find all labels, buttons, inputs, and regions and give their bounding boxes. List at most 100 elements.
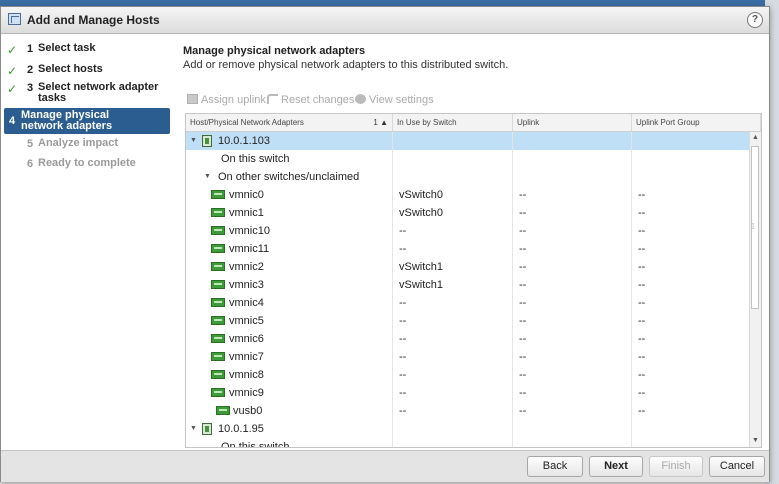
adapter-name-cell: vmnic8 (186, 366, 393, 384)
row-label: 10.0.1.103 (218, 135, 270, 147)
group-row[interactable]: ▼ On other switches/unclaimed (186, 168, 749, 186)
uplink-cell: -- (513, 222, 632, 240)
step-label: Manage physical network adapters (21, 109, 113, 132)
step-label: Ready to complete (38, 157, 136, 169)
adapter-row[interactable]: vmnic3 vSwitch1 -- -- (186, 276, 749, 294)
column-header-uplink[interactable]: Uplink (513, 114, 632, 131)
help-icon[interactable]: ? (747, 12, 763, 28)
vertical-scrollbar[interactable]: ▲ ⁞ ▼ (749, 132, 761, 447)
network-adapter-icon (211, 190, 225, 199)
cancel-button[interactable]: Cancel (709, 456, 765, 477)
row-label: vmnic9 (229, 387, 264, 399)
adapter-name-cell: ▼ On other switches/unclaimed (186, 168, 393, 186)
adapter-name-cell: vmnic2 (186, 258, 393, 276)
network-adapter-icon (211, 388, 225, 397)
row-label: vmnic1 (229, 207, 264, 219)
assign-uplink-icon (187, 94, 198, 104)
port-group-cell: -- (638, 207, 646, 219)
step-number: 5 (27, 138, 34, 150)
next-button[interactable]: Next (589, 456, 643, 477)
adapter-row[interactable]: vmnic9 -- -- -- (186, 384, 749, 402)
wizard-step-3[interactable]: ✓ 3 Select network adapter tasks (4, 82, 170, 108)
in-use-cell (393, 438, 513, 447)
row-label: vmnic6 (229, 333, 264, 345)
port-group-cell: -- (638, 369, 646, 381)
port-group-cell: -- (638, 351, 646, 363)
adapter-row[interactable]: vusb0 -- -- -- (186, 402, 749, 420)
adapter-name-cell: vmnic1 (186, 204, 393, 222)
port-group-cell: -- (638, 333, 646, 345)
grip-icon: ⁞ (752, 222, 755, 231)
column-header-adapters[interactable]: Host/Physical Network Adapters 1 ▲ (186, 114, 393, 131)
uplink-cell: -- (513, 294, 632, 312)
wizard-step-1[interactable]: ✓ 1 Select task (4, 43, 170, 58)
in-use-cell: -- (393, 240, 513, 258)
scroll-down-icon[interactable]: ▼ (750, 435, 761, 447)
uplink-cell: -- (513, 204, 632, 222)
row-label: vusb0 (233, 405, 263, 417)
reset-changes-button[interactable]: Reset changes (267, 94, 354, 106)
row-label: vmnic11 (229, 243, 270, 255)
back-button[interactable]: Back (527, 456, 583, 477)
adapter-row[interactable]: vmnic4 -- -- -- (186, 294, 749, 312)
adapter-row[interactable]: vmnic1 vSwitch0 -- -- (186, 204, 749, 222)
wizard-steps-nav: ✓ 1 Select task ✓ 2 Select hosts ✓ 3 Select netw… (1, 34, 175, 450)
group-row[interactable]: On this switch (186, 438, 749, 448)
adapter-row[interactable]: vmnic11 -- -- -- (186, 240, 749, 258)
step-number: 4 (9, 115, 16, 127)
adapter-name-cell: vmnic5 (186, 312, 393, 330)
adapter-name-cell: vmnic9 (186, 384, 393, 402)
dialog-title: Add and Manage Hosts (27, 13, 160, 27)
row-label: vmnic10 (229, 225, 270, 237)
row-label: On other switches/unclaimed (218, 171, 360, 183)
expand-icon[interactable]: ▼ (190, 132, 197, 150)
adapter-row[interactable]: vmnic2 vSwitch1 -- -- (186, 258, 749, 276)
host-icon (202, 135, 212, 147)
host-row[interactable]: ▼ 10.0.1.103 (186, 132, 749, 150)
adapter-name-cell: vmnic6 (186, 330, 393, 348)
finish-button[interactable]: Finish (649, 456, 703, 477)
add-manage-hosts-dialog: Add and Manage Hosts ? ✓ 1 Select task ✓ 2 Se… (0, 6, 770, 482)
uplink-cell: -- (513, 186, 632, 204)
host-icon (202, 423, 212, 435)
info-icon (355, 94, 366, 104)
adapter-row[interactable]: vmnic7 -- -- -- (186, 348, 749, 366)
scroll-up-icon[interactable]: ▲ (750, 132, 761, 144)
row-label: On this switch (221, 441, 290, 448)
network-adapter-icon (211, 226, 225, 235)
check-icon: ✓ (7, 82, 18, 96)
column-header-in-use[interactable]: In Use by Switch (393, 114, 513, 131)
uplink-cell (513, 168, 632, 186)
expand-icon[interactable]: ▼ (204, 168, 211, 186)
network-adapter-icon (211, 208, 225, 217)
dialog-footer: Back Next Finish Cancel (1, 450, 769, 482)
adapter-name-cell: vmnic7 (186, 348, 393, 366)
adapter-row[interactable]: vmnic8 -- -- -- (186, 366, 749, 384)
adapter-row[interactable]: vmnic5 -- -- -- (186, 312, 749, 330)
in-use-cell (393, 168, 513, 186)
in-use-cell: -- (393, 348, 513, 366)
wizard-step-2[interactable]: ✓ 2 Select hosts (4, 64, 170, 79)
uplink-cell (513, 438, 632, 447)
port-group-cell: -- (638, 261, 646, 273)
step-label: Analyze impact (38, 137, 119, 149)
uplink-cell: -- (513, 384, 632, 402)
expand-icon[interactable]: ▼ (190, 420, 197, 438)
row-label: vmnic7 (229, 351, 264, 363)
adapter-row[interactable]: vmnic0 vSwitch0 -- -- (186, 186, 749, 204)
host-row[interactable]: ▼ 10.0.1.95 (186, 420, 749, 438)
adapter-row[interactable]: vmnic6 -- -- -- (186, 330, 749, 348)
in-use-cell: vSwitch0 (393, 204, 513, 222)
column-header-uplink-port-group[interactable]: Uplink Port Group (632, 114, 761, 131)
view-settings-button[interactable]: View settings (355, 94, 434, 106)
wizard-step-4[interactable]: 4 Manage physical network adapters (4, 108, 170, 134)
port-group-cell: -- (638, 387, 646, 399)
group-row[interactable]: On this switch (186, 150, 749, 168)
adapter-row[interactable]: vmnic10 -- -- -- (186, 222, 749, 240)
port-group-cell (632, 420, 749, 438)
check-icon: ✓ (7, 64, 18, 78)
in-use-cell: -- (393, 294, 513, 312)
assign-uplink-button[interactable]: Assign uplink (187, 94, 266, 106)
row-label: vmnic0 (229, 189, 264, 201)
adapter-name-cell: vmnic4 (186, 294, 393, 312)
